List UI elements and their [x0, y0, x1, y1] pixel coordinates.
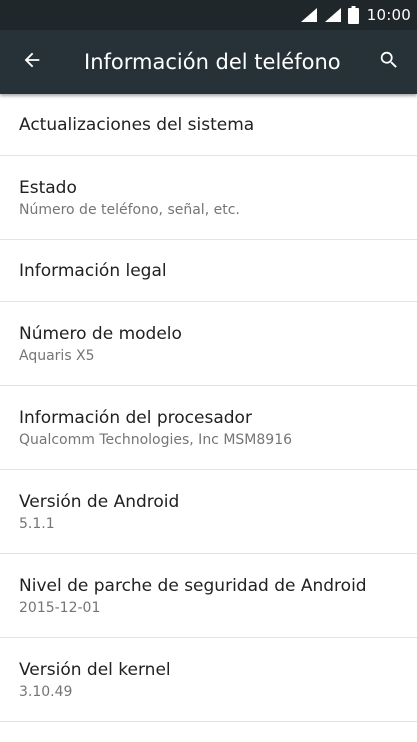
list-item-security-patch[interactable]: Nivel de parche de seguridad de Android … — [0, 554, 417, 638]
item-summary: 3.10.49 — [19, 683, 73, 700]
arrow-back-icon — [21, 49, 43, 75]
item-summary: Qualcomm Technologies, Inc MSM8916 — [19, 431, 293, 448]
search-icon — [378, 49, 400, 75]
wifi-icon — [300, 7, 318, 23]
item-title: Estado — [19, 177, 77, 198]
settings-list: Actualizaciones del sistema Estado Númer… — [0, 94, 417, 742]
list-item-model-number[interactable]: Número de modelo Aquaris X5 — [0, 302, 417, 386]
item-title: Actualizaciones del sistema — [19, 114, 255, 135]
item-title: Versión de Android — [19, 491, 180, 512]
list-item-processor-info[interactable]: Información del procesador Qualcomm Tech… — [0, 386, 417, 470]
signal-icon — [324, 7, 342, 23]
list-item-legal-info[interactable]: Información legal — [0, 240, 417, 302]
battery-icon — [347, 6, 359, 24]
item-title: Versión del kernel — [19, 659, 171, 680]
status-clock: 10:00 — [366, 6, 411, 24]
list-item-system-updates[interactable]: Actualizaciones del sistema — [0, 94, 417, 156]
item-summary: Aquaris X5 — [19, 347, 95, 364]
back-button[interactable] — [14, 44, 50, 80]
app-bar: Información del teléfono — [0, 30, 417, 94]
list-item-kernel-version[interactable]: Versión del kernel 3.10.49 — [0, 638, 417, 722]
list-item-status[interactable]: Estado Número de teléfono, señal, etc. — [0, 156, 417, 240]
item-title: Información del procesador — [19, 407, 252, 428]
status-bar: 10:00 — [0, 0, 417, 30]
item-summary: 2015-12-01 — [19, 599, 101, 616]
item-title: Nivel de parche de seguridad de Android — [19, 575, 367, 596]
search-button[interactable] — [371, 44, 407, 80]
item-summary: Número de teléfono, señal, etc. — [19, 201, 240, 218]
item-summary: 5.1.1 — [19, 515, 55, 532]
status-icons: 10:00 — [300, 0, 411, 30]
item-title: Número de modelo — [19, 323, 182, 344]
item-title: Información legal — [19, 260, 167, 281]
list-item-android-version[interactable]: Versión de Android 5.1.1 — [0, 470, 417, 554]
page-title: Información del teléfono — [84, 50, 341, 74]
